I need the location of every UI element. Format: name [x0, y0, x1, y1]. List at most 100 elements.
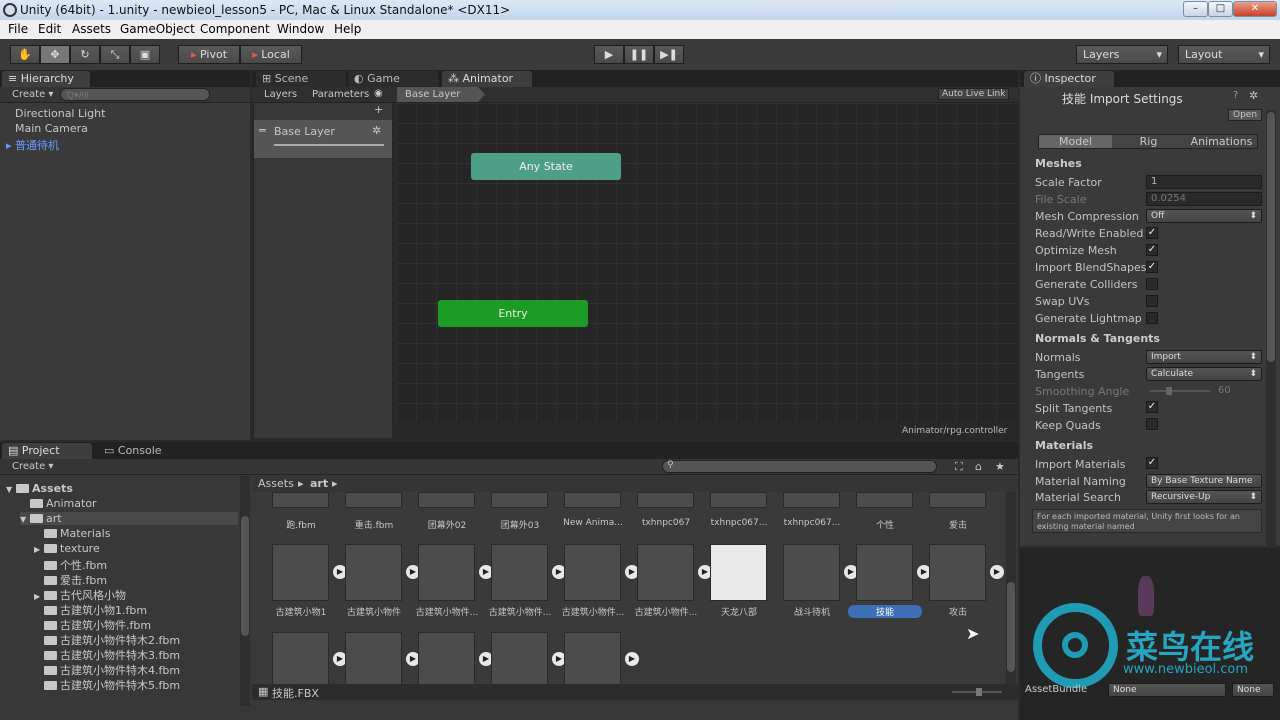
menu-gameobject[interactable]: GameObject	[120, 22, 195, 36]
tree-item[interactable]: 古建筑小物件特木4.fbm	[34, 662, 180, 678]
breadcrumb[interactable]: Base Layer	[397, 87, 485, 102]
tab-animations[interactable]: Animations	[1185, 135, 1258, 148]
open-button[interactable]: Open	[1228, 109, 1263, 121]
expand-arrow-icon[interactable]: ▶	[34, 545, 44, 554]
asset-thumbnail[interactable]	[710, 492, 767, 508]
asset-thumbnail[interactable]	[345, 492, 402, 508]
tab-model[interactable]: Model	[1039, 135, 1112, 148]
asset-thumbnail[interactable]	[272, 544, 329, 601]
move-tool-icon[interactable]: ✥	[40, 45, 70, 64]
tree-item[interactable]: Materials	[34, 527, 110, 540]
hierarchy-item[interactable]: Main Camera	[15, 122, 88, 135]
tab-rig[interactable]: Rig	[1112, 135, 1185, 148]
asset-label[interactable]: txhnpc067	[629, 518, 703, 528]
local-toggle[interactable]: ▸ Local	[240, 45, 302, 64]
asset-label[interactable]: 古建筑小物件...	[410, 605, 484, 618]
tab-hierarchy[interactable]: ≡ Hierarchy	[2, 71, 90, 87]
layers-dropdown[interactable]: Layers ▾	[1076, 45, 1168, 64]
project-create-button[interactable]: Create ▾	[12, 461, 53, 472]
optimize-mesh-checkbox[interactable]: ✓	[1146, 244, 1158, 256]
favorite-icon[interactable]: ★	[995, 460, 1005, 473]
asset-thumbnail[interactable]	[491, 544, 548, 601]
pivot-toggle[interactable]: ▸ Pivot	[178, 45, 240, 64]
asset-thumbnail[interactable]	[783, 544, 840, 601]
asset-label[interactable]: 技能	[848, 605, 922, 618]
minimize-button[interactable]: –	[1183, 1, 1208, 17]
thumbnail-size-slider[interactable]	[952, 688, 1002, 696]
tab-scene[interactable]: ⊞ Scene	[256, 71, 346, 87]
asset-thumbnail[interactable]	[345, 632, 402, 684]
keep-quads-checkbox[interactable]	[1146, 418, 1158, 430]
split-tangents-checkbox[interactable]: ✓	[1146, 401, 1158, 413]
filter-label-icon[interactable]: ⌂	[975, 460, 982, 473]
hierarchy-item-prefab[interactable]: ▸ 普通待机	[6, 137, 59, 153]
asset-thumbnail[interactable]	[929, 544, 986, 601]
tab-game[interactable]: ◐ Game	[348, 71, 438, 87]
tab-animator[interactable]: ⁂ Animator	[442, 71, 532, 87]
asset-thumbnail[interactable]	[856, 544, 913, 601]
asset-thumbnail[interactable]	[929, 492, 986, 508]
pause-button[interactable]: ❚❚	[624, 45, 654, 64]
tab-project[interactable]: ▤ Project	[2, 443, 92, 459]
material-search-dropdown[interactable]: Recursive-Up ⬍	[1146, 490, 1262, 504]
tree-item[interactable]: 个性.fbm	[34, 557, 107, 573]
asset-label[interactable]: txhnpc067...	[702, 518, 776, 528]
asset-thumbnail[interactable]	[272, 492, 329, 508]
scale-factor-field[interactable]: 1	[1146, 175, 1262, 189]
asset-thumbnail[interactable]	[564, 544, 621, 601]
node-entry[interactable]: Entry	[438, 300, 588, 327]
rotate-tool-icon[interactable]: ↻	[70, 45, 100, 64]
gear-icon[interactable]: ✲	[372, 124, 381, 137]
help-icon[interactable]: ?	[1233, 90, 1238, 101]
import-blendshapes-checkbox[interactable]: ✓	[1146, 261, 1158, 273]
menu-help[interactable]: Help	[334, 22, 361, 36]
tab-console[interactable]: ▭ Console	[98, 443, 188, 459]
layout-dropdown[interactable]: Layout ▾	[1178, 45, 1270, 64]
tree-item[interactable]: 古建筑小物件特木2.fbm	[34, 632, 180, 648]
menu-edit[interactable]: Edit	[38, 22, 61, 36]
tab-inspector[interactable]: ⓘ Inspector	[1024, 71, 1114, 87]
tab-parameters[interactable]: Parameters	[312, 89, 369, 100]
asset-thumbnail[interactable]	[345, 544, 402, 601]
mesh-compression-dropdown[interactable]: Off ⬍	[1146, 209, 1262, 223]
hierarchy-item[interactable]: Directional Light	[15, 107, 105, 120]
asset-thumbnail[interactable]	[637, 492, 694, 508]
hierarchy-create-button[interactable]: Create ▾	[12, 89, 53, 100]
grid-scrollbar[interactable]	[1006, 492, 1016, 684]
material-naming-dropdown[interactable]: By Base Texture Name	[1146, 474, 1262, 488]
scale-tool-icon[interactable]: ⤡	[100, 45, 130, 64]
node-any-state[interactable]: Any State	[471, 153, 621, 180]
asset-thumbnail[interactable]	[856, 492, 913, 508]
play-button[interactable]: ▶	[594, 45, 624, 64]
breadcrumb-assets[interactable]: Assets	[258, 477, 294, 490]
asset-thumbnail[interactable]	[564, 632, 621, 684]
asset-label[interactable]: 攻击	[921, 605, 995, 618]
project-search-input[interactable]: ⚲	[662, 460, 937, 473]
tree-scrollbar[interactable]	[240, 476, 250, 706]
read-write-checkbox[interactable]: ✓	[1146, 227, 1158, 239]
normals-dropdown[interactable]: Import ⬍	[1146, 350, 1262, 364]
tree-item[interactable]: 古建筑小物件特木5.fbm	[34, 677, 180, 693]
asset-label[interactable]: New Anima...	[556, 518, 630, 528]
expand-arrow-icon[interactable]: ▶	[34, 592, 44, 601]
breadcrumb-art[interactable]: art	[310, 477, 328, 490]
tab-layers[interactable]: Layers	[264, 89, 297, 100]
expand-arrow-icon[interactable]: ▼	[20, 515, 30, 524]
menu-component[interactable]: Component	[200, 22, 270, 36]
asset-thumbnail[interactable]	[564, 492, 621, 508]
asset-label[interactable]: 战斗待机	[775, 605, 849, 618]
asset-label[interactable]: 个性	[848, 518, 922, 531]
import-materials-checkbox[interactable]: ✓	[1146, 457, 1158, 469]
asset-thumbnail[interactable]	[491, 492, 548, 508]
asset-label[interactable]: 古建筑小物件...	[629, 605, 703, 618]
asset-thumbnail[interactable]	[783, 492, 840, 508]
eye-icon[interactable]: ◉	[374, 88, 383, 99]
menu-file[interactable]: File	[8, 22, 28, 36]
auto-live-link-button[interactable]: Auto Live Link	[938, 88, 1010, 100]
maximize-button[interactable]: □	[1208, 1, 1233, 17]
expand-asset-icon[interactable]: ▶	[990, 565, 1004, 579]
asset-label[interactable]: txhnpc067...	[775, 518, 849, 528]
asset-thumbnail[interactable]	[710, 544, 767, 601]
asset-thumbnail[interactable]	[418, 492, 475, 508]
tree-item[interactable]: 古建筑小物件特木3.fbm	[34, 647, 180, 663]
